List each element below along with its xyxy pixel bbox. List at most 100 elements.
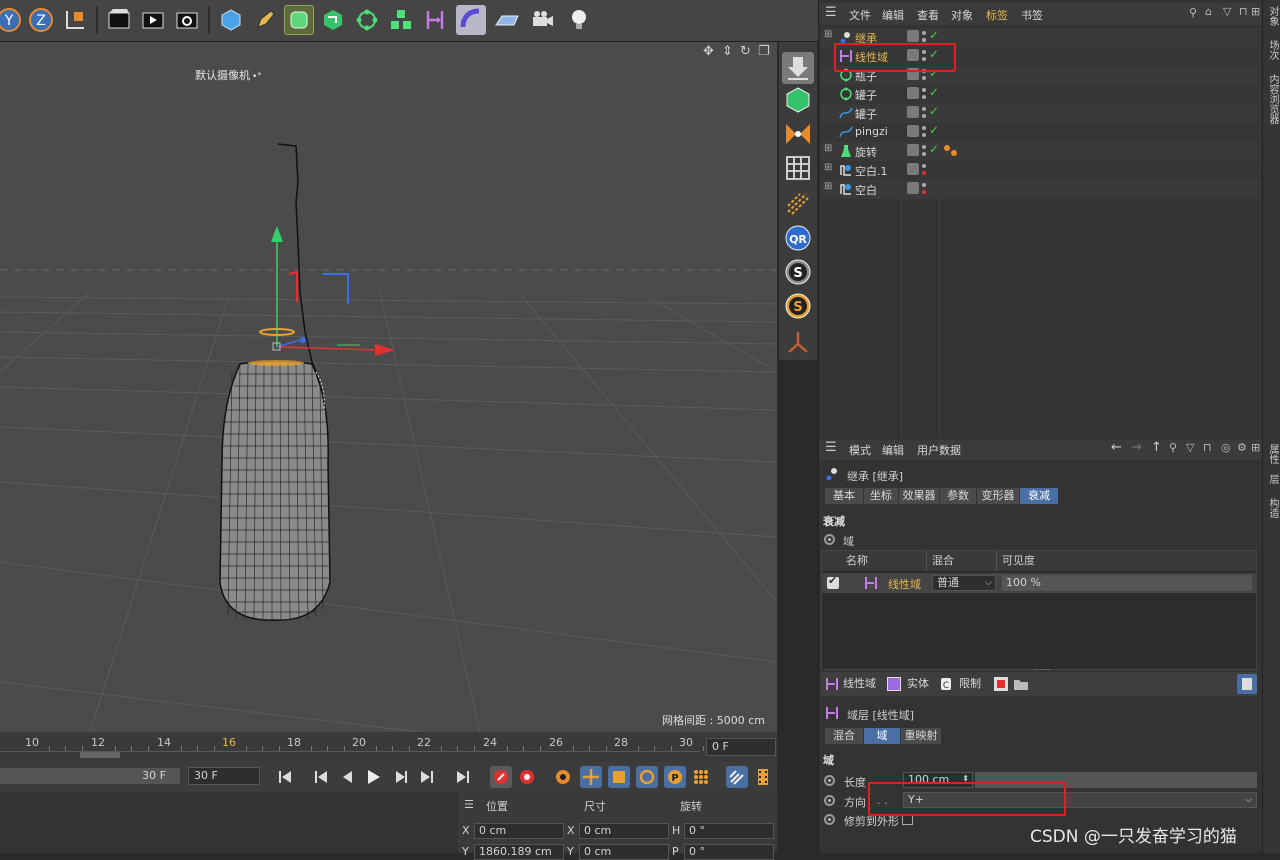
light-icon[interactable] bbox=[564, 5, 594, 35]
side-tab-structure[interactable]: 构造 bbox=[1265, 498, 1280, 518]
field-radio[interactable] bbox=[824, 534, 835, 545]
timeline[interactable]: 10 12 14 16 18 20 22 24 26 28 30 0 F bbox=[0, 732, 777, 762]
up-arrow-icon[interactable]: ↑ bbox=[1151, 440, 1162, 455]
layer-color-icon[interactable] bbox=[907, 163, 919, 175]
tab-basic[interactable]: 基本 bbox=[825, 488, 863, 504]
expand-toggle-icon[interactable]: ⊞ bbox=[824, 181, 832, 192]
add-linear-field-button[interactable]: 线性域 bbox=[843, 674, 876, 694]
pan-view-icon[interactable]: ⇕ bbox=[722, 44, 733, 59]
key-rotation-icon[interactable] bbox=[636, 766, 658, 788]
weld-icon[interactable] bbox=[782, 118, 814, 150]
side-tab-layers[interactable]: 层 bbox=[1265, 474, 1280, 484]
expand-toggle-icon[interactable]: ⊞ bbox=[824, 162, 832, 173]
play-icon[interactable] bbox=[362, 766, 384, 788]
next-frame-icon[interactable] bbox=[390, 766, 412, 788]
render-visibility-dot[interactable] bbox=[922, 152, 926, 156]
field-options-icon[interactable] bbox=[1237, 674, 1257, 694]
position-x-field[interactable]: 0 cm bbox=[474, 823, 564, 839]
add-layer-icon[interactable] bbox=[993, 676, 1009, 692]
menu-tags[interactable]: 标签 bbox=[986, 7, 1008, 23]
forward-arrow-icon[interactable]: → bbox=[1131, 440, 1142, 455]
polygon-pen-icon[interactable] bbox=[782, 84, 814, 116]
timeline-playhead-range[interactable] bbox=[80, 752, 120, 758]
key-scale-icon[interactable] bbox=[608, 766, 630, 788]
rotation-p-field[interactable]: 0 ° bbox=[684, 844, 774, 860]
camera-icon[interactable] bbox=[528, 5, 558, 35]
editor-visibility-dot[interactable] bbox=[922, 164, 926, 168]
attr-menu-edit[interactable]: 编辑 bbox=[882, 442, 904, 458]
key-pla-icon[interactable] bbox=[690, 766, 712, 788]
new-window-icon[interactable]: ⊞ bbox=[1251, 5, 1260, 18]
s-plugin-orange-icon[interactable]: S bbox=[782, 290, 814, 322]
add-clamp-button[interactable]: 限制 bbox=[959, 674, 981, 694]
joint-icon[interactable] bbox=[782, 326, 814, 358]
prev-key-icon[interactable] bbox=[310, 766, 332, 788]
rotation-h-field[interactable]: 0 ° bbox=[684, 823, 774, 839]
extrude-icon[interactable] bbox=[318, 5, 348, 35]
layer-color-icon[interactable] bbox=[907, 144, 919, 156]
expand-toggle-icon[interactable]: ⊞ bbox=[824, 29, 832, 40]
rotate-view-icon[interactable]: ↻ bbox=[740, 44, 751, 59]
render-view-icon[interactable] bbox=[104, 5, 134, 35]
array-icon[interactable] bbox=[386, 5, 416, 35]
render-visibility-dot[interactable] bbox=[922, 190, 926, 194]
menu-objects[interactable]: 对象 bbox=[951, 7, 973, 23]
editor-visibility-dot[interactable] bbox=[922, 145, 926, 149]
mograph-cloner-icon[interactable] bbox=[352, 5, 382, 35]
back-arrow-icon[interactable]: ← bbox=[1111, 440, 1122, 455]
attr-search-icon[interactable]: ⚲ bbox=[1169, 441, 1177, 454]
render-visibility-dot[interactable] bbox=[922, 76, 926, 80]
size-x-field[interactable]: 0 cm bbox=[579, 823, 669, 839]
expand-toggle-icon[interactable]: ⊞ bbox=[824, 143, 832, 154]
auto-key-icon[interactable] bbox=[516, 766, 538, 788]
field-row-linear[interactable]: ✔ 线性域 普通 ⌵ 100 % bbox=[822, 573, 1256, 593]
enabled-check-icon[interactable]: ✓ bbox=[929, 85, 939, 99]
pen-icon[interactable] bbox=[250, 5, 280, 35]
sound-icon[interactable] bbox=[726, 766, 748, 788]
cube-icon[interactable] bbox=[216, 5, 246, 35]
attr-menu-userdata[interactable]: 用户数据 bbox=[917, 442, 961, 458]
tab-coordinates[interactable]: 坐标 bbox=[864, 488, 898, 504]
enabled-check-icon[interactable]: ✓ bbox=[929, 123, 939, 137]
subdivision-icon[interactable] bbox=[284, 5, 314, 35]
object-row[interactable]: ⊞ 空白.1 bbox=[821, 161, 1261, 180]
key-parameter-icon[interactable]: P bbox=[664, 766, 686, 788]
object-row[interactable]: pingzi ✓ bbox=[821, 123, 1261, 142]
enabled-check-icon[interactable]: ✓ bbox=[929, 142, 939, 156]
add-solid-field-button[interactable]: 实体 bbox=[907, 674, 929, 694]
grid-icon[interactable] bbox=[782, 152, 814, 184]
position-y-field[interactable]: 1860.189 cm bbox=[474, 844, 564, 860]
linear-field-icon[interactable] bbox=[420, 5, 450, 35]
attr-settings-icon[interactable]: ⚙ bbox=[1237, 441, 1247, 454]
filter-icon[interactable]: ▽ bbox=[1223, 5, 1231, 18]
attr-lock-icon[interactable]: ⊓ bbox=[1203, 441, 1212, 454]
next-key-icon[interactable] bbox=[416, 766, 438, 788]
side-tab-takes[interactable]: 场次 bbox=[1265, 40, 1280, 60]
editor-visibility-dot[interactable] bbox=[922, 107, 926, 111]
phong-tag-icon[interactable] bbox=[943, 144, 959, 158]
lock-icon[interactable]: ⊓ bbox=[1239, 5, 1248, 18]
render-picture-viewer-icon[interactable] bbox=[138, 5, 168, 35]
film-strip-icon[interactable] bbox=[752, 766, 774, 788]
enabled-check-icon[interactable]: ✓ bbox=[929, 104, 939, 118]
object-row[interactable]: 罐子 ✓ bbox=[821, 85, 1261, 104]
key-position-icon[interactable] bbox=[580, 766, 602, 788]
side-tab-attributes[interactable]: 属性 bbox=[1265, 444, 1280, 464]
layer-color-icon[interactable] bbox=[907, 106, 919, 118]
render-visibility-dot[interactable] bbox=[922, 171, 926, 175]
side-tab-objects[interactable]: 对象 bbox=[1265, 6, 1280, 26]
object-row[interactable]: ⊞ 空白 bbox=[821, 180, 1261, 199]
attr-menu-mode[interactable]: 模式 bbox=[849, 442, 871, 458]
direction-radio[interactable] bbox=[824, 795, 835, 806]
qr-plugin-icon[interactable]: QR bbox=[782, 222, 814, 254]
y-axis-lock-icon[interactable]: Y bbox=[0, 5, 24, 35]
attr-new-window-icon[interactable]: ⊞ bbox=[1251, 441, 1260, 454]
editor-visibility-dot[interactable] bbox=[922, 183, 926, 187]
layer-tab-blend[interactable]: 混合 bbox=[825, 728, 863, 744]
end-frame-field[interactable]: 30 F bbox=[188, 767, 260, 785]
render-visibility-dot[interactable] bbox=[922, 133, 926, 137]
enabled-check-icon[interactable]: ✓ bbox=[929, 28, 939, 42]
editor-visibility-dot[interactable] bbox=[922, 126, 926, 130]
current-frame-field[interactable]: 0 F bbox=[706, 738, 776, 756]
field-enable-checkbox[interactable]: ✔ bbox=[827, 574, 839, 589]
